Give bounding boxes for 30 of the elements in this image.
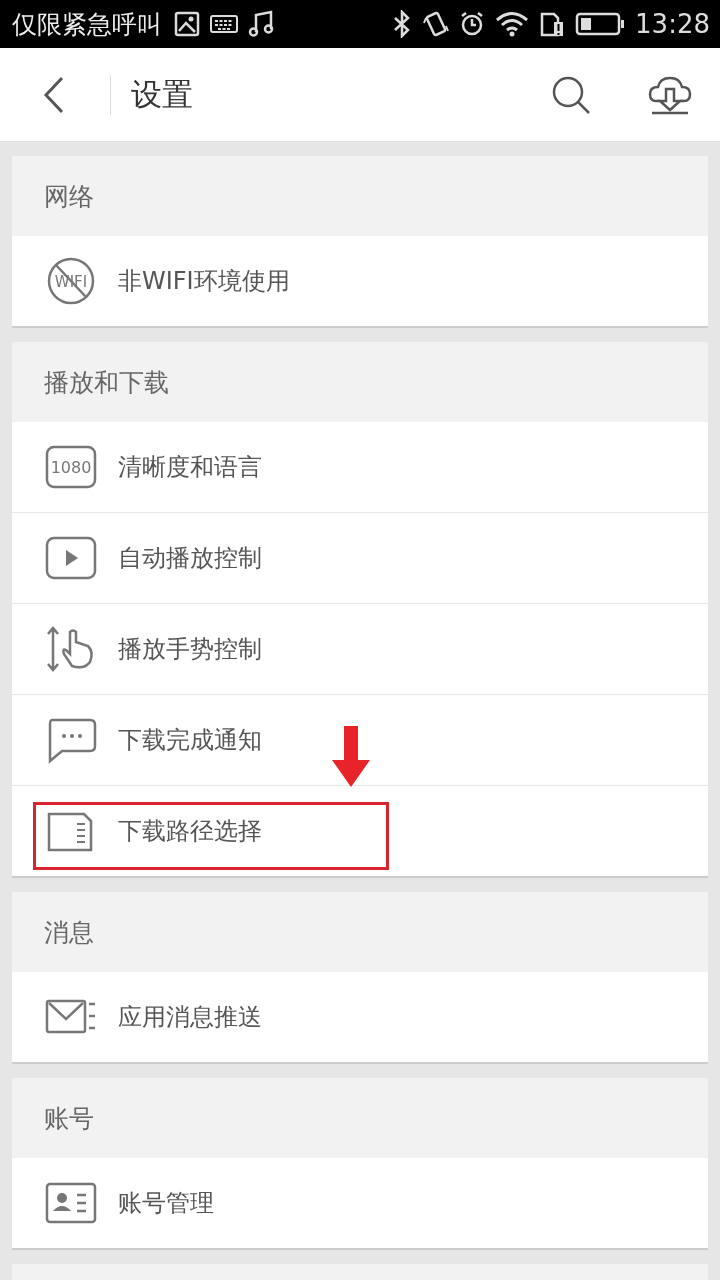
settings-item[interactable]: 自动播放控制 bbox=[12, 512, 708, 603]
cloud-download-icon[interactable] bbox=[648, 74, 692, 115]
clock-time: 13:28 bbox=[635, 9, 710, 39]
page-title: 设置 bbox=[131, 74, 193, 114]
section-title: 网络 bbox=[44, 180, 94, 213]
carrier-text: 仅限紧急呼叫 bbox=[12, 8, 162, 41]
settings-item[interactable]: 应用消息推送 bbox=[12, 972, 708, 1062]
sim-alert-icon bbox=[539, 10, 566, 38]
settings-item[interactable]: 1080 清晰度和语言 bbox=[12, 422, 708, 512]
image-icon bbox=[174, 11, 200, 37]
settings-item[interactable]: 下载路径选择 bbox=[12, 785, 708, 876]
keyboard-icon bbox=[210, 14, 238, 34]
vibrate-icon bbox=[423, 10, 450, 38]
item-label: 自动播放控制 bbox=[118, 543, 262, 574]
battery-icon bbox=[575, 12, 626, 36]
section-title: 消息 bbox=[44, 916, 94, 949]
item-label: 非WIFI环境使用 bbox=[118, 266, 290, 297]
section-title: 账号 bbox=[44, 1102, 94, 1135]
settings-item[interactable]: 播放手势控制 bbox=[12, 603, 708, 694]
item-label: 播放手势控制 bbox=[118, 634, 262, 665]
item-label: 账号管理 bbox=[118, 1188, 214, 1219]
item-label: 应用消息推送 bbox=[118, 1002, 262, 1033]
music-icon bbox=[248, 10, 274, 38]
down-arrow-annotation-icon bbox=[331, 726, 371, 788]
wifi-icon bbox=[495, 11, 530, 37]
settings-item[interactable]: 账号管理 bbox=[12, 1158, 708, 1248]
item-label: 清晰度和语言 bbox=[118, 452, 262, 483]
item-label: 下载路径选择 bbox=[118, 816, 262, 847]
item-label: 下载完成通知 bbox=[118, 725, 262, 756]
section-title: 播放和下载 bbox=[44, 366, 169, 399]
